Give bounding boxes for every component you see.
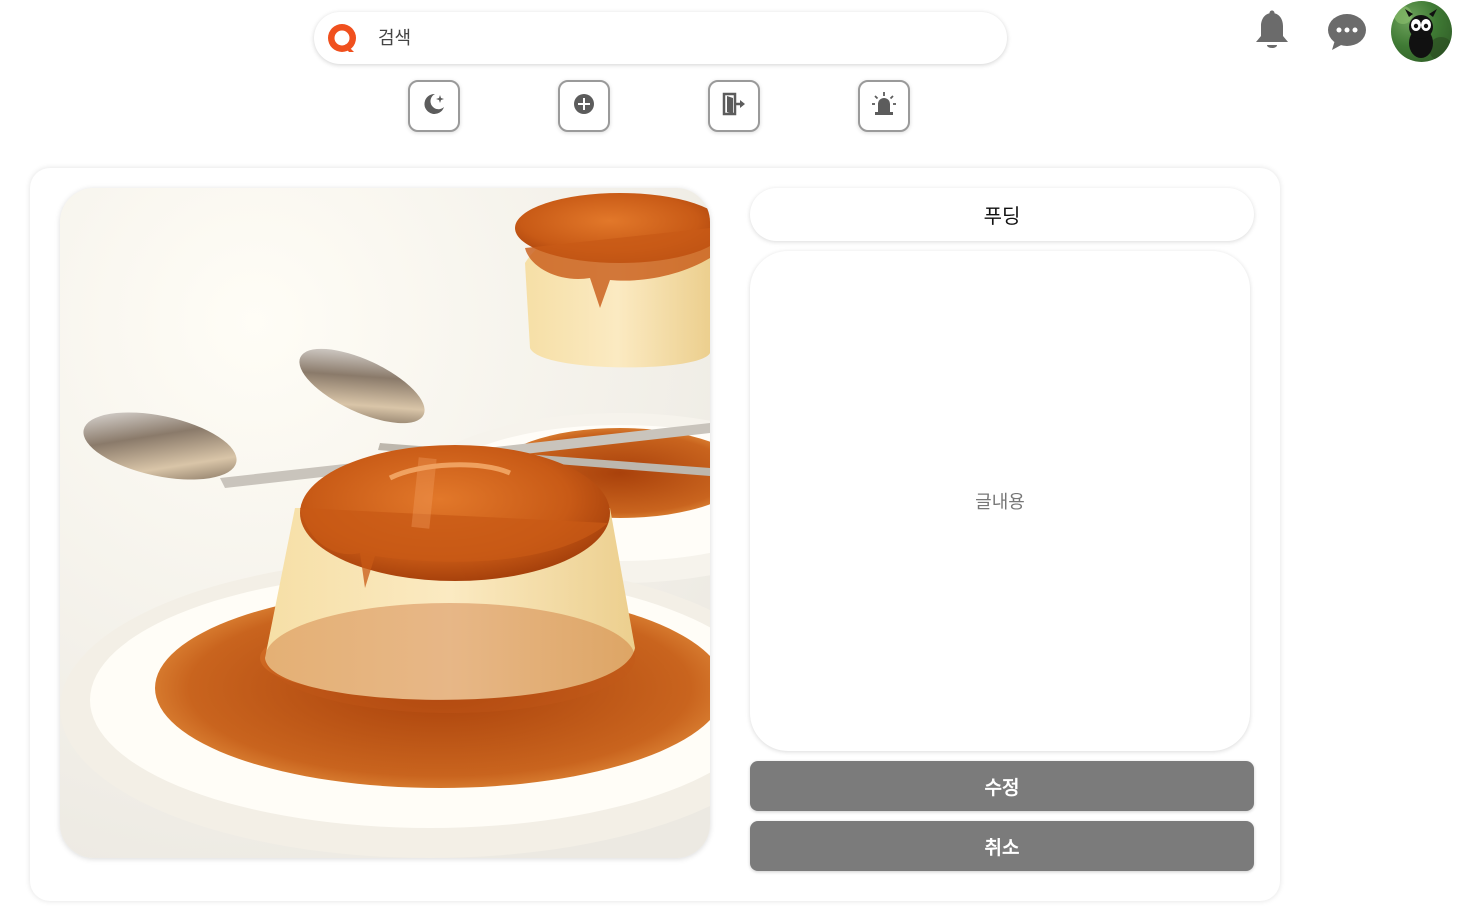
add-icon [572, 92, 596, 120]
edit-button[interactable]: 수정 [750, 761, 1254, 811]
post-edit-card: 푸딩 글내용 수정 취소 [30, 168, 1280, 901]
pudding-photo [60, 188, 710, 858]
report-button[interactable] [858, 80, 910, 132]
logout-icon [721, 91, 747, 121]
add-post-button[interactable] [558, 80, 610, 132]
logout-button[interactable] [708, 80, 760, 132]
dark-mode-icon [421, 91, 447, 121]
bell-icon[interactable] [1251, 9, 1293, 53]
app-logo-icon[interactable] [325, 21, 359, 55]
dark-mode-button[interactable] [408, 80, 460, 132]
cancel-button[interactable]: 취소 [750, 821, 1254, 871]
post-title[interactable]: 푸딩 [750, 188, 1254, 241]
post-content[interactable]: 글내용 [750, 251, 1250, 751]
avatar[interactable] [1391, 1, 1452, 62]
search-bar[interactable] [314, 12, 1007, 64]
report-siren-icon [870, 90, 898, 122]
search-input[interactable] [378, 27, 938, 49]
chat-icon[interactable] [1326, 12, 1368, 52]
